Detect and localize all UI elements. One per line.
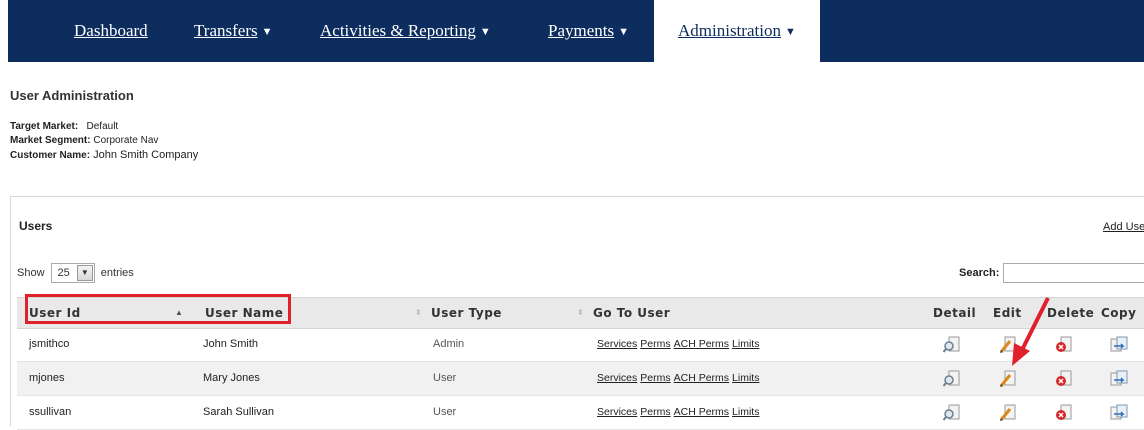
dropdown-arrow-icon[interactable]: ▼ <box>76 265 93 281</box>
edit-icon[interactable] <box>999 370 1017 388</box>
search-input[interactable] <box>1003 263 1144 283</box>
nav-payments-label: Payments <box>548 21 615 40</box>
show-label: Show <box>17 267 45 279</box>
top-navigation: Dashboard Transfers ▼ Activities & Report… <box>8 0 1144 62</box>
services-link[interactable]: Services <box>597 406 637 418</box>
market-segment-info: Market Segment: Corporate Nav <box>10 135 158 146</box>
col-user-type[interactable]: User Type <box>431 298 502 328</box>
entries-control: Show 25 ▼ entries <box>17 263 134 283</box>
ach-perms-link[interactable]: ACH Perms <box>674 338 729 350</box>
perms-link[interactable]: Perms <box>640 372 670 384</box>
delete-icon[interactable] <box>1055 336 1073 354</box>
col-copy: Copy <box>1101 306 1137 320</box>
add-user-link[interactable]: Add User <box>1103 221 1144 233</box>
nav-administration[interactable]: Administration ▼ <box>654 0 820 62</box>
search-label: Search: <box>959 267 1000 279</box>
copy-icon[interactable] <box>1109 336 1131 354</box>
chevron-down-icon: ▼ <box>784 26 796 38</box>
detail-icon[interactable] <box>943 336 961 354</box>
edit-icon[interactable] <box>999 404 1017 422</box>
copy-icon[interactable] <box>1109 370 1131 388</box>
entries-label: entries <box>100 267 134 279</box>
nav-activities-label: Activities & Reporting <box>320 21 476 40</box>
users-panel: Users Add User Show 25 ▼ entries Search:… <box>10 196 1144 430</box>
delete-icon[interactable] <box>1055 370 1073 388</box>
entries-select[interactable]: 25 ▼ <box>50 263 95 283</box>
cell-user-name: Sarah Sullivan <box>203 406 274 418</box>
target-market-label: Target Market: <box>10 121 79 132</box>
sort-neutral-icon[interactable]: ⬍ <box>415 298 422 328</box>
col-edit: Edit <box>993 306 1022 320</box>
nav-payments[interactable]: Payments ▼ <box>548 0 629 62</box>
table-row: jsmithco John Smith Admin Services Perms A… <box>17 328 1144 362</box>
limits-link[interactable]: Limits <box>732 372 759 384</box>
market-segment-value: Corporate Nav <box>93 135 159 146</box>
perms-link[interactable]: Perms <box>640 406 670 418</box>
target-market-info: Target Market: Default <box>10 121 118 132</box>
market-segment-label: Market Segment: <box>10 135 91 146</box>
cell-user-id: jsmithco <box>29 338 70 350</box>
users-panel-title: Users <box>19 219 53 233</box>
nav-administration-label: Administration <box>678 21 781 40</box>
perms-link[interactable]: Perms <box>640 338 670 350</box>
highlight-box <box>25 294 291 324</box>
cell-go-to-user: Services Perms ACH Perms Limits <box>597 362 762 395</box>
sort-neutral-icon[interactable]: ⬍ <box>577 298 584 328</box>
customer-name-value: John Smith Company <box>93 149 199 161</box>
ach-perms-link[interactable]: ACH Perms <box>674 406 729 418</box>
nav-dashboard-label: Dashboard <box>74 21 148 40</box>
limits-link[interactable]: Limits <box>732 338 759 350</box>
services-link[interactable]: Services <box>597 372 637 384</box>
detail-icon[interactable] <box>943 404 961 422</box>
nav-transfers[interactable]: Transfers ▼ <box>194 0 272 62</box>
cell-user-id: mjones <box>29 372 65 384</box>
limits-link[interactable]: Limits <box>732 406 759 418</box>
customer-name-label: Customer Name: <box>10 150 91 161</box>
page-title: User Administration <box>10 88 134 103</box>
cell-go-to-user: Services Perms ACH Perms Limits <box>597 328 762 361</box>
col-delete: Delete <box>1047 306 1095 320</box>
cell-user-id: ssullivan <box>29 406 72 418</box>
target-market-value: Default <box>86 121 119 132</box>
table-row: mjones Mary Jones User Services Perms ACH … <box>17 362 1144 396</box>
chevron-down-icon: ▼ <box>261 26 273 38</box>
chevron-down-icon: ▼ <box>618 26 629 38</box>
col-go-to-user[interactable]: Go To User <box>593 298 670 328</box>
col-detail: Detail <box>933 306 977 320</box>
customer-name-info: Customer Name: John Smith Company <box>10 149 198 161</box>
cell-user-type: Admin <box>433 338 465 350</box>
detail-icon[interactable] <box>943 370 961 388</box>
search-control: Search: <box>959 263 1144 283</box>
entries-select-value: 25 <box>57 267 70 279</box>
cell-user-name: Mary Jones <box>203 372 260 384</box>
nav-dashboard[interactable]: Dashboard <box>74 0 148 62</box>
cell-user-name: John Smith <box>203 338 259 350</box>
nav-transfers-label: Transfers <box>194 21 258 40</box>
ach-perms-link[interactable]: ACH Perms <box>674 372 729 384</box>
cell-go-to-user: Services Perms ACH Perms Limits <box>597 396 762 429</box>
nav-activities-reporting[interactable]: Activities & Reporting ▼ <box>320 0 491 62</box>
edit-icon[interactable] <box>999 336 1017 354</box>
delete-icon[interactable] <box>1055 404 1073 422</box>
cell-user-type: User <box>433 372 457 384</box>
copy-icon[interactable] <box>1109 404 1131 422</box>
cell-user-type: User <box>433 406 457 418</box>
services-link[interactable]: Services <box>597 338 637 350</box>
chevron-down-icon: ▼ <box>479 26 491 38</box>
